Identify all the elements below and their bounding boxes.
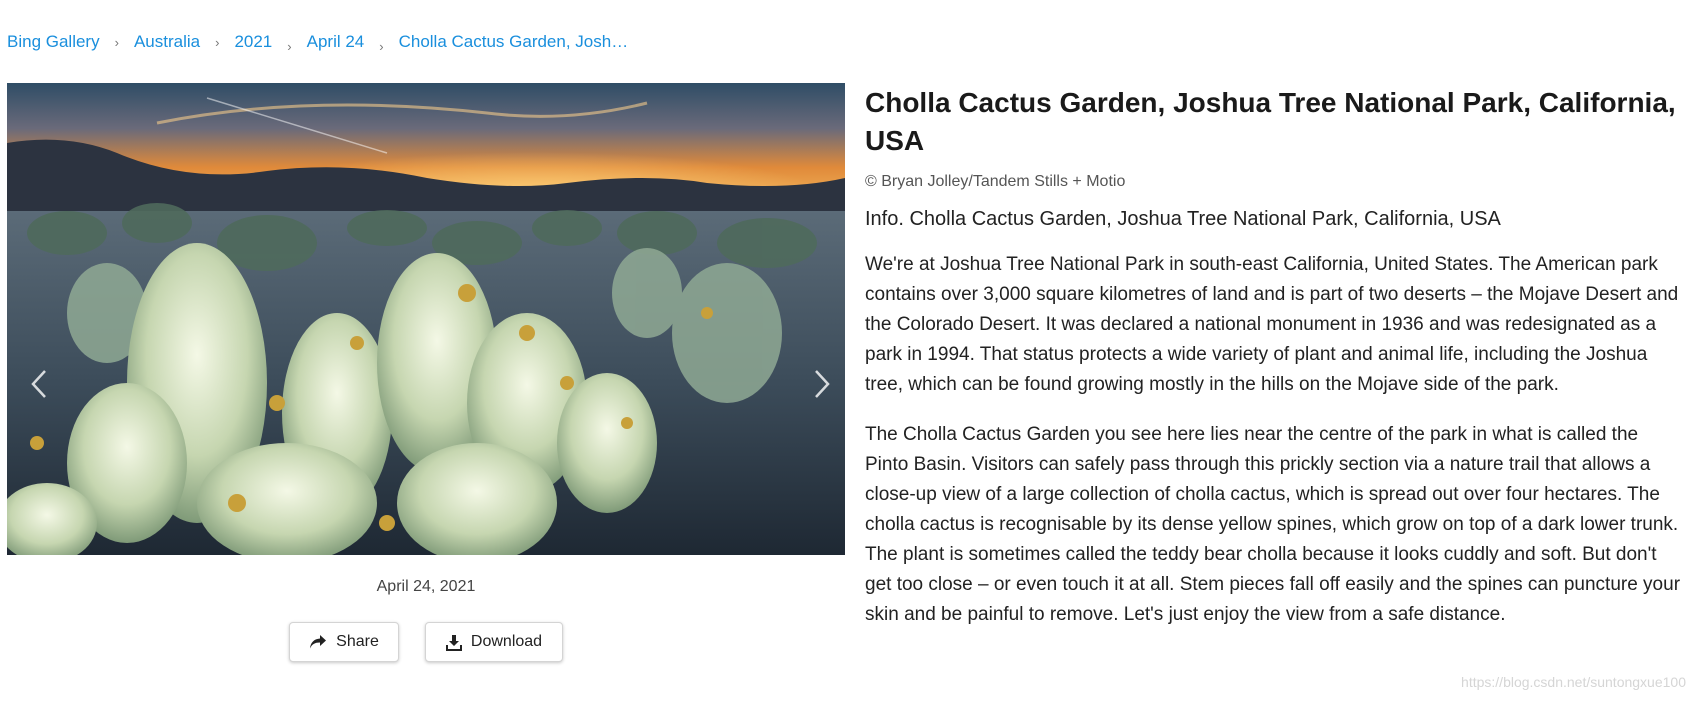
share-arrow-icon xyxy=(310,635,327,649)
photo-credit: © Bryan Jolley/Tandem Stills + Motio xyxy=(865,173,1126,190)
share-button[interactable]: Share xyxy=(289,622,399,662)
chevron-right-icon: › xyxy=(114,34,119,50)
page-title: Cholla Cactus Garden, Joshua Tree Nation… xyxy=(865,87,1676,156)
breadcrumb-link-april-24[interactable]: April 24 xyxy=(307,32,365,52)
description-paragraph: The Cholla Cactus Garden you see here li… xyxy=(865,424,1681,625)
photo-date: April 24, 2021 xyxy=(376,578,476,595)
share-label: Share xyxy=(336,633,379,650)
photo-illustration xyxy=(7,83,845,555)
watermark: https://blog.csdn.net/suntongxue100 xyxy=(1461,674,1686,690)
chevron-right-icon: › xyxy=(215,34,220,50)
download-icon xyxy=(445,634,462,651)
breadcrumb-link-2021[interactable]: 2021 xyxy=(234,32,272,52)
chevron-right-icon: › xyxy=(379,38,384,54)
chevron-right-icon[interactable] xyxy=(807,363,837,405)
chevron-right-icon: › xyxy=(287,38,292,54)
gallery-photo[interactable] xyxy=(7,83,845,555)
breadcrumb-link-bing-gallery[interactable]: Bing Gallery xyxy=(7,32,100,52)
breadcrumb-current-page[interactable]: Cholla Cactus Garden, Josh… xyxy=(399,32,629,52)
chevron-left-icon[interactable] xyxy=(24,363,54,405)
photo-info: Info. Cholla Cactus Garden, Joshua Tree … xyxy=(865,208,1501,230)
photo-detail: Cholla Cactus Garden, Joshua Tree Nation… xyxy=(865,84,1685,630)
breadcrumb-link-australia[interactable]: Australia xyxy=(134,32,200,52)
download-button[interactable]: Download xyxy=(425,622,563,662)
description-paragraph: We're at Joshua Tree National Park in so… xyxy=(865,254,1679,395)
download-label: Download xyxy=(470,633,543,650)
breadcrumb: Bing Gallery › Australia › 2021 › April … xyxy=(7,30,628,54)
